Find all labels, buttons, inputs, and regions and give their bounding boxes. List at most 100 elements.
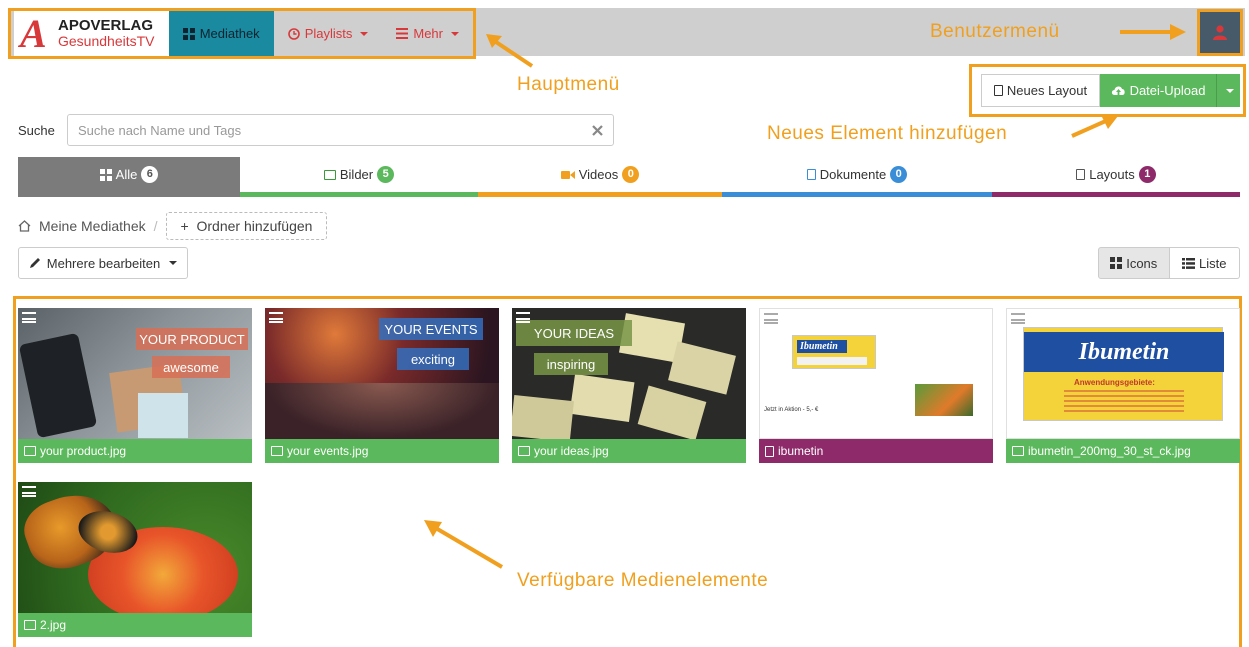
- nav-playlists[interactable]: Playlists: [274, 11, 383, 56]
- annotation-arrow-neues-element: [1071, 115, 1118, 138]
- documents-icon: [806, 169, 816, 180]
- grid-icon: [99, 168, 112, 181]
- pencil-icon: [29, 258, 40, 268]
- new-layout-label: Neues Layout: [1006, 83, 1088, 98]
- clear-icon[interactable]: [592, 124, 603, 136]
- nav-mehr-label: Mehr: [413, 26, 443, 41]
- media-thumbnail: YOUR EVENTS exciting: [265, 308, 499, 439]
- media-caption: your ideas.jpg: [512, 439, 746, 463]
- tab-alle[interactable]: Alle 6: [18, 157, 240, 197]
- upload-button[interactable]: Datei-Upload: [1100, 74, 1216, 107]
- product-sub: Anwendungsgebiete:: [1074, 378, 1155, 387]
- media-tile[interactable]: 2.jpg: [18, 482, 252, 638]
- search-label: Suche: [18, 123, 55, 138]
- logo[interactable]: A APOVERLAG GesundheitsTV: [14, 11, 169, 56]
- search-input[interactable]: Suche nach Name und Tags: [67, 114, 614, 146]
- new-layout-button[interactable]: Neues Layout: [981, 74, 1100, 107]
- logo-mark: A: [20, 10, 47, 56]
- nav-playlists-label: Playlists: [304, 26, 353, 41]
- chevron-down-icon: [360, 31, 369, 36]
- media-thumbnail: YOUR PRODUCT awesome: [18, 308, 252, 439]
- user-icon: [1213, 25, 1227, 40]
- media-name: ibumetin_200mg_30_st_ck.jpg: [1028, 444, 1191, 458]
- tab-layouts-count: 1: [1138, 166, 1156, 183]
- media-name: 2.jpg: [40, 618, 67, 632]
- annotation-arrow-benutzermenu: [1120, 24, 1186, 40]
- media-caption: ibumetin: [759, 439, 993, 463]
- media-tile[interactable]: Ibumetin Jetzt in Aktion - 5,- € ibumeti…: [759, 308, 993, 464]
- annotation-benutzermenu: Benutzermenü: [930, 21, 1060, 42]
- tab-videos[interactable]: Videos 0: [478, 157, 722, 197]
- tab-videos-count: 0: [622, 166, 640, 183]
- product-brand: Ibumetin: [797, 340, 847, 353]
- image-icon: [1012, 446, 1024, 456]
- tab-alle-count: 6: [141, 166, 159, 183]
- menu-icon[interactable]: [22, 312, 36, 323]
- menu-icon[interactable]: [516, 312, 530, 323]
- tab-bilder-label: Bilder: [339, 167, 374, 182]
- multi-edit-button[interactable]: Mehrere bearbeiten: [18, 247, 188, 279]
- upload-dropdown-button[interactable]: [1216, 74, 1240, 107]
- annotation-medienelemente: Verfügbare Medienelemente: [517, 570, 769, 591]
- tab-dokumente[interactable]: Dokumente 0: [722, 157, 992, 197]
- overlay-line1: YOUR PRODUCT: [136, 328, 248, 350]
- media-name: ibumetin: [778, 444, 824, 458]
- media-tile[interactable]: YOUR EVENTS exciting your events.jpg: [265, 308, 499, 464]
- chevron-down-icon: [451, 31, 459, 36]
- search-placeholder: Suche nach Name und Tags: [78, 122, 242, 138]
- annotation-arrow-hauptmenu: [486, 34, 534, 68]
- add-folder-button[interactable]: + Ordner hinzufügen: [165, 212, 328, 240]
- media-tile[interactable]: Ibumetin Anwendungsgebiete: ibumetin_200…: [1006, 308, 1240, 464]
- list-icon: [1182, 257, 1196, 269]
- media-caption: your product.jpg: [18, 439, 252, 463]
- menu-icon[interactable]: [1011, 313, 1025, 324]
- tab-dokumente-label: Dokumente: [819, 167, 887, 182]
- tab-videos-label: Videos: [578, 167, 619, 182]
- tab-alle-label: Alle: [115, 167, 138, 182]
- upload-label: Datei-Upload: [1129, 83, 1206, 98]
- menu-icon[interactable]: [269, 312, 283, 323]
- media-thumbnail: YOUR IDEAS inspiring: [512, 308, 746, 439]
- list-icon: [396, 28, 409, 39]
- tab-bilder[interactable]: Bilder 5: [240, 157, 478, 197]
- add-folder-label: Ordner hinzufügen: [196, 218, 313, 234]
- media-caption: ibumetin_200mg_30_st_ck.jpg: [1006, 439, 1240, 463]
- nav-mediathek-label: Mediathek: [199, 26, 260, 41]
- breadcrumb-home[interactable]: Meine Mediathek: [39, 218, 146, 234]
- image-icon: [271, 446, 283, 456]
- tab-layouts[interactable]: Layouts 1: [992, 157, 1240, 197]
- logo-subtitle: GesundheitsTV: [58, 33, 155, 49]
- tab-bilder-count: 5: [377, 166, 395, 183]
- overlay-line1: YOUR IDEAS: [516, 320, 632, 346]
- media-tile[interactable]: YOUR IDEAS inspiring your ideas.jpg: [512, 308, 746, 464]
- chevron-down-icon: [169, 261, 178, 265]
- view-list-button[interactable]: Liste: [1169, 247, 1240, 279]
- media-name: your ideas.jpg: [534, 444, 609, 458]
- media-caption: your events.jpg: [265, 439, 499, 463]
- tab-dokumente-count: 0: [890, 166, 908, 183]
- media-name: your product.jpg: [40, 444, 127, 458]
- media-thumbnail: Ibumetin Jetzt in Aktion - 5,- €: [759, 308, 993, 439]
- file-icon: [765, 445, 774, 457]
- nav-mediathek[interactable]: Mediathek: [168, 11, 274, 56]
- image-icon: [24, 446, 36, 456]
- main-menu: A APOVERLAG GesundheitsTV Mediathek Play…: [8, 8, 476, 59]
- menu-icon[interactable]: [764, 313, 778, 324]
- nav-mehr[interactable]: Mehr: [382, 11, 473, 56]
- file-icon: [1076, 169, 1086, 180]
- media-tile[interactable]: YOUR PRODUCT awesome your product.jpg: [18, 308, 252, 464]
- user-menu-button[interactable]: [1197, 9, 1243, 56]
- product-brand: Ibumetin: [1024, 332, 1224, 372]
- media-caption: 2.jpg: [18, 613, 252, 637]
- plus-icon: +: [180, 218, 189, 234]
- cloud-upload-icon: [1111, 86, 1125, 95]
- file-icon: [993, 85, 1003, 96]
- overlay-line2: exciting: [397, 348, 469, 370]
- image-icon: [518, 446, 530, 456]
- promo-text: Jetzt in Aktion - 5,- €: [764, 407, 819, 413]
- breadcrumb: Meine Mediathek / + Ordner hinzufügen: [18, 212, 328, 240]
- menu-icon[interactable]: [22, 486, 36, 497]
- view-icons-button[interactable]: Icons: [1098, 247, 1170, 279]
- tab-layouts-label: Layouts: [1089, 167, 1135, 182]
- annotation-hauptmenu: Hauptmenü: [517, 74, 620, 95]
